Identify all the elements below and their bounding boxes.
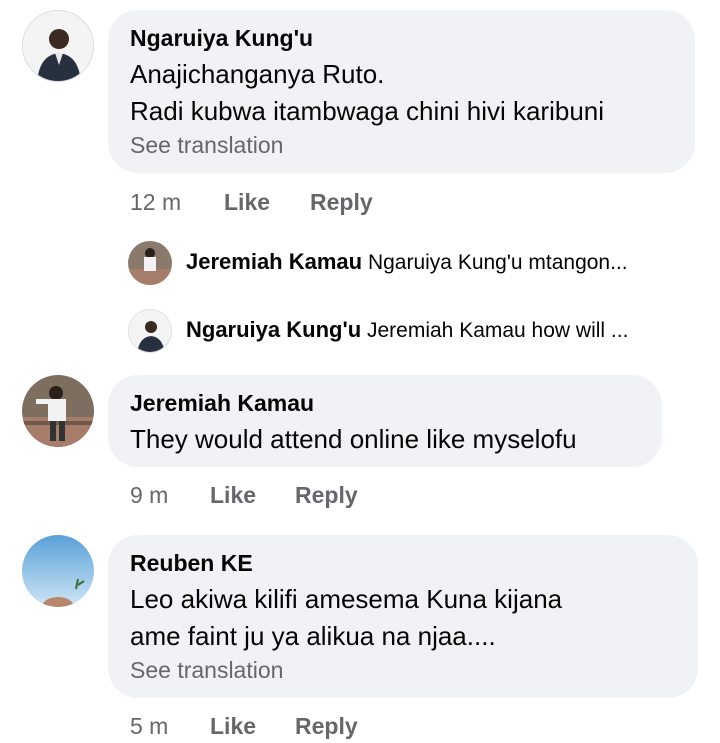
comment-text-line: They would attend online like myselofu [130, 424, 577, 454]
comment-author[interactable]: Ngaruiya Kung'u [130, 24, 673, 52]
avatar-ngaruiya[interactable] [22, 10, 94, 82]
comment-bubble: Ngaruiya Kung'u Anajichanganya Ruto. Rad… [108, 10, 695, 173]
comment-bubble: Jeremiah Kamau They would attend online … [108, 375, 662, 467]
comment-text-line: ame faint ju ya alikua na njaa.... [130, 621, 496, 651]
comment-bubble: Reuben KE Leo akiwa kilifi amesema Kuna … [108, 535, 698, 698]
reply-snippet: Jeremiah Kamau how will ... [366, 319, 629, 342]
comment-text-line: Leo akiwa kilifi amesema Kuna kijana [130, 584, 563, 614]
reply-button[interactable]: Reply [310, 189, 373, 216]
comment-text-line: Radi kubwa itambwaga chini hivi karibuni [130, 96, 605, 126]
like-button[interactable]: Like [210, 713, 256, 740]
like-button[interactable]: Like [224, 189, 270, 216]
reply-preview-text: Ngaruiya Kung'u Jeremiah Kamau how will … [186, 317, 628, 343]
comment-time: 12 m [130, 189, 182, 215]
avatar-reuben[interactable] [22, 535, 94, 607]
profile-photo-icon [128, 241, 172, 285]
avatar-jeremiah-large[interactable] [22, 375, 94, 447]
comment-author[interactable]: Reuben KE [130, 549, 676, 577]
see-translation-link[interactable]: See translation [130, 655, 676, 685]
comment-actions: 12 m Like Reply [130, 189, 430, 219]
reply-button[interactable]: Reply [295, 482, 358, 509]
like-button[interactable]: Like [210, 482, 256, 509]
profile-photo-icon [129, 310, 171, 352]
reply-preview-row[interactable]: Ngaruiya Kung'u Jeremiah Kamau how will … [128, 309, 698, 353]
reply-snippet: Ngaruiya Kung'u mtangon... [367, 251, 628, 274]
reply-button[interactable]: Reply [295, 713, 358, 740]
reply-preview-text: Jeremiah Kamau Ngaruiya Kung'u mtangon..… [186, 249, 628, 275]
profile-photo-icon [22, 375, 94, 447]
comment-text-line: Anajichanganya Ruto. [130, 59, 385, 89]
see-translation-link[interactable]: See translation [130, 130, 673, 160]
profile-photo-icon [22, 535, 94, 607]
comment-author[interactable]: Jeremiah Kamau [130, 389, 640, 417]
comment-time: 5 m [130, 713, 169, 739]
avatar-ngaruiya-small [128, 309, 172, 353]
profile-photo-icon [23, 11, 93, 81]
avatar-jeremiah [128, 241, 172, 285]
reply-author[interactable]: Jeremiah Kamau [186, 249, 362, 274]
comment-actions: 9 m Like Reply [130, 482, 430, 512]
comment-time: 9 m [130, 482, 169, 508]
comment-actions: 5 m Like Reply [130, 713, 430, 743]
reply-preview-row[interactable]: Jeremiah Kamau Ngaruiya Kung'u mtangon..… [128, 241, 698, 285]
reply-author[interactable]: Ngaruiya Kung'u [186, 317, 361, 342]
